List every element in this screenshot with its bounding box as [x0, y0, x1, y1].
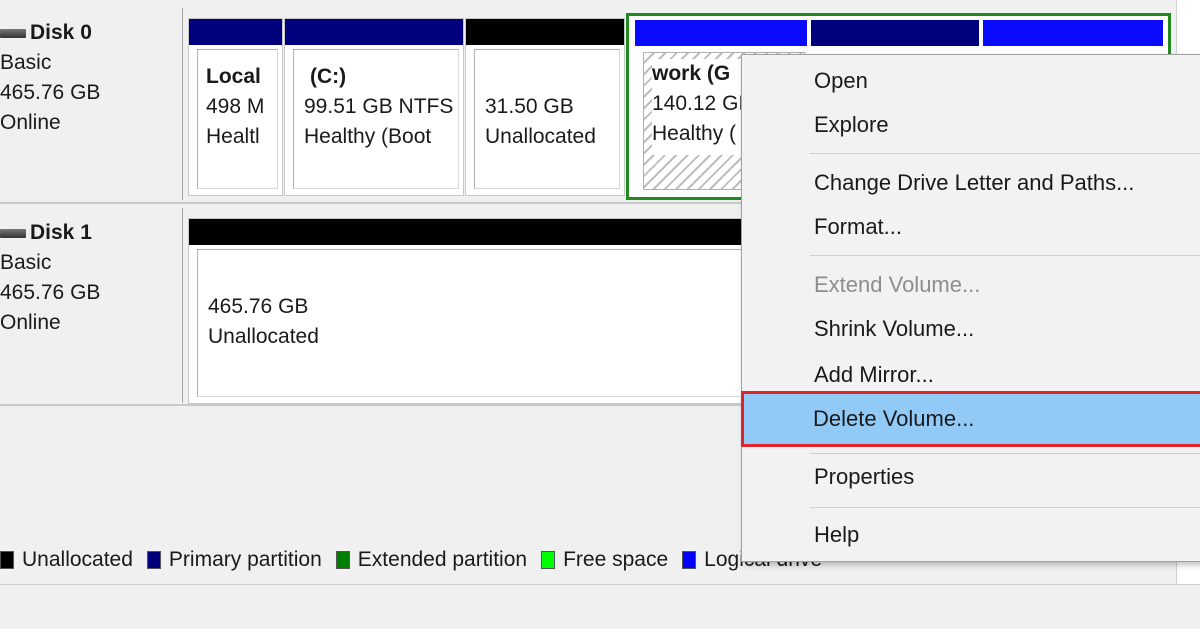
disk-0-status: Online: [0, 111, 61, 134]
status-bar: [0, 584, 1200, 629]
partition-title: (C:): [310, 65, 347, 88]
legend-item-unallocated: Unallocated: [0, 548, 133, 572]
partition-unallocated[interactable]: 31.50 GB Unallocated: [465, 18, 625, 196]
disk-drive-icon: [0, 28, 26, 38]
disk-1-label[interactable]: Disk 1 Basic 465.76 GB Online: [0, 208, 183, 403]
partition-bar: [285, 19, 463, 45]
disk-0-type: Basic: [0, 51, 52, 74]
legend-item-primary: Primary partition: [146, 548, 322, 572]
partition-size: 99.51 GB NTFS: [304, 95, 454, 118]
partition-title: Local: [206, 65, 261, 88]
menu-item-open[interactable]: Open: [742, 59, 1200, 103]
disk-0-name: Disk 0: [30, 21, 92, 44]
legend-swatch: [682, 551, 697, 569]
partition-bar: [189, 19, 282, 45]
menu-item-explore[interactable]: Explore: [742, 103, 1200, 147]
menu-item-extend-volume: Extend Volume...: [814, 272, 981, 297]
menu-item-properties[interactable]: Properties: [742, 455, 1200, 499]
legend-item-free: Free space: [541, 548, 668, 572]
logical-bar-2: [811, 20, 979, 46]
menu-separator: [810, 453, 1200, 454]
disk-1-type: Basic: [0, 251, 52, 274]
legend-swatch: [541, 551, 556, 569]
legend-swatch: [335, 551, 350, 569]
disk-1-status: Online: [0, 311, 61, 334]
partition-bar: [466, 19, 624, 45]
partition-c[interactable]: (C:) 99.51 GB NTFS Healthy (Boot: [284, 18, 464, 196]
legend-swatch: [0, 551, 14, 569]
menu-separator: [810, 255, 1200, 256]
legend-item-extended: Extended partition: [335, 548, 527, 572]
menu-item-help[interactable]: Help: [742, 513, 1200, 557]
partition-status: Unallocated: [485, 125, 596, 148]
partition-title: [485, 62, 609, 92]
legend-swatch: [146, 551, 161, 569]
disk-drive-icon: [0, 228, 26, 238]
context-menu: Open Explore Change Drive Letter and Pat…: [741, 54, 1200, 562]
disk-1-size: 465.76 GB: [0, 281, 101, 304]
menu-item-delete-volume[interactable]: Delete Volume...: [741, 391, 1200, 447]
partition-status: Healthy (Boot: [304, 125, 432, 148]
disk-1-name: Disk 1: [30, 221, 92, 244]
disk-0-size: 465.76 GB: [0, 81, 101, 104]
disk-0-label[interactable]: Disk 0 Basic 465.76 GB Online: [0, 8, 183, 200]
menu-separator: [810, 507, 1200, 508]
menu-item-change-drive-letter[interactable]: Change Drive Letter and Paths...: [742, 161, 1200, 205]
menu-item-shrink-volume[interactable]: Shrink Volume...: [742, 307, 1200, 351]
partition-local[interactable]: Local 498 M Healtl: [188, 18, 283, 196]
logical-bar-1: [635, 20, 807, 46]
partition-size: 498 M: [206, 95, 265, 118]
partition-size: 31.50 GB: [485, 95, 574, 118]
menu-separator: [810, 153, 1200, 154]
logical-bar-3: [983, 20, 1163, 46]
partition-status: Healtl: [206, 125, 260, 148]
menu-item-format[interactable]: Format...: [742, 205, 1200, 249]
